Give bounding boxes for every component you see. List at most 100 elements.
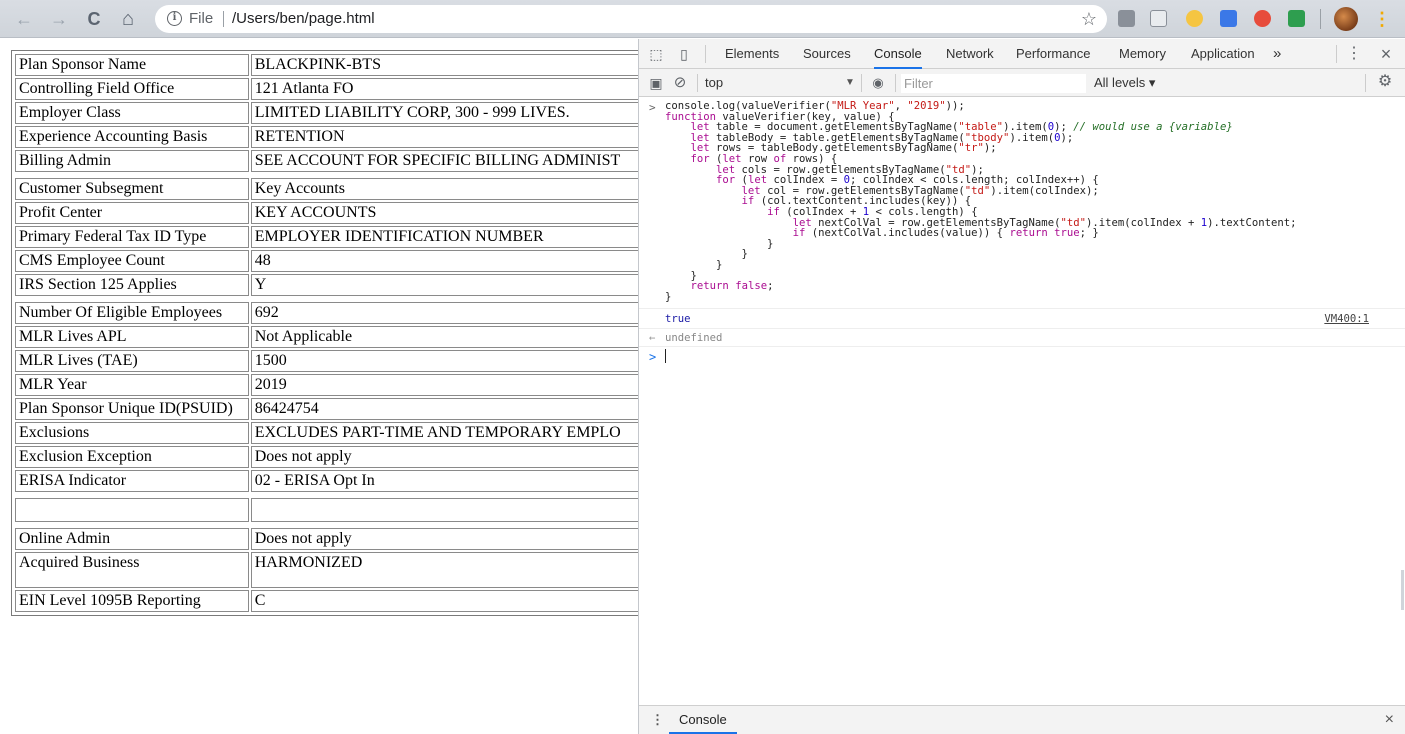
console-log-message: true VM400:1 bbox=[639, 308, 1405, 328]
console-filter-bar: ▣ ⊘ top ▼ ◉ Filter All levels ▾ ⚙ bbox=[639, 69, 1405, 97]
return-arrow-icon: ← bbox=[649, 332, 656, 344]
window-resize-edge[interactable] bbox=[1401, 570, 1404, 610]
field-value: 2019 bbox=[250, 374, 638, 396]
briefcase-extension-icon[interactable] bbox=[1288, 10, 1305, 27]
field-label: Profit Center bbox=[15, 202, 249, 224]
field-value: BLACKPINK-BTS bbox=[250, 54, 638, 76]
info-icon[interactable]: i bbox=[167, 11, 182, 26]
field-label: Acquired Business bbox=[15, 552, 249, 588]
code-line: console.log(valueVerifier("MLR Year", "2… bbox=[665, 100, 965, 112]
table-row: Exclusion Exception Does not apply bbox=[15, 446, 638, 468]
table-row: Billing Admin SEE ACCOUNT FOR SPECIFIC BI… bbox=[15, 150, 638, 172]
source-link[interactable]: VM400:1 bbox=[1324, 313, 1369, 325]
chevron-down-icon[interactable]: ▼ bbox=[845, 69, 855, 97]
console-prompt[interactable]: > bbox=[639, 346, 1405, 366]
devtools-menu-icon[interactable]: ⋮ bbox=[1345, 45, 1363, 63]
field-value: Not Applicable bbox=[250, 326, 638, 348]
extension-icon-1[interactable] bbox=[1118, 10, 1135, 27]
url-text[interactable]: /Users/ben/page.html bbox=[232, 5, 375, 33]
arrow-right-icon: → bbox=[50, 9, 68, 29]
table-row: Plan Sponsor Name BLACKPINK-BTS bbox=[15, 54, 638, 76]
hand-extension-icon[interactable] bbox=[1186, 10, 1203, 27]
tab-elements[interactable]: Elements bbox=[725, 39, 779, 69]
reload-button[interactable]: C bbox=[82, 7, 106, 31]
toolbar-divider bbox=[697, 74, 698, 92]
field-label: Primary Federal Tax ID Type bbox=[15, 226, 249, 248]
tab-sources[interactable]: Sources bbox=[803, 39, 851, 69]
field-label: ERISA Indicator bbox=[15, 470, 249, 492]
tab-memory[interactable]: Memory bbox=[1119, 39, 1166, 69]
drawer-menu-icon[interactable]: ⋮ bbox=[651, 706, 664, 734]
field-label: Exclusion Exception bbox=[15, 446, 249, 468]
table-row: Exclusions EXCLUDES PART-TIME AND TEMPORA… bbox=[15, 422, 638, 444]
field-label: Experience Accounting Basis bbox=[15, 126, 249, 148]
field-value: EXCLUDES PART-TIME AND TEMPORARY EMPLO bbox=[250, 422, 638, 444]
forward-button[interactable]: → bbox=[47, 7, 71, 31]
field-value: 02 - ERISA Opt In bbox=[250, 470, 638, 492]
tab-application[interactable]: Application bbox=[1191, 39, 1255, 69]
calendar-extension-icon[interactable] bbox=[1220, 10, 1237, 27]
record-extension-icon[interactable] bbox=[1254, 10, 1271, 27]
devtools-drawer: ⋮ Console × bbox=[639, 705, 1405, 734]
field-value: Y bbox=[250, 274, 638, 296]
device-toolbar-icon[interactable]: ▯ bbox=[675, 45, 693, 63]
table-row: MLR Lives (TAE) 1500 bbox=[15, 350, 638, 372]
field-label: MLR Lives APL bbox=[15, 326, 249, 348]
url-scheme: File bbox=[189, 10, 214, 27]
log-output: true bbox=[665, 313, 691, 325]
table-section: Customer Subsegment Key Accounts Profit Ce… bbox=[13, 176, 638, 298]
field-value: KEY ACCOUNTS bbox=[250, 202, 638, 224]
tab-performance[interactable]: Performance bbox=[1016, 39, 1090, 69]
browser-menu-button[interactable]: ⋮ bbox=[1372, 7, 1392, 31]
table-row: Profit Center KEY ACCOUNTS bbox=[15, 202, 638, 224]
gear-icon[interactable]: ⚙ bbox=[1376, 73, 1394, 91]
field-value: C bbox=[250, 590, 638, 612]
code-line: } bbox=[665, 248, 748, 261]
field-label: Number Of Eligible Employees bbox=[15, 302, 249, 324]
text-cursor bbox=[665, 349, 666, 363]
console-return-message: ← undefined bbox=[639, 328, 1405, 346]
return-value: undefined bbox=[665, 332, 723, 344]
table-row: CMS Employee Count 48 bbox=[15, 250, 638, 272]
table-row: Customer Subsegment Key Accounts bbox=[15, 178, 638, 200]
field-label: Employer Class bbox=[15, 102, 249, 124]
arrow-left-icon: ← bbox=[15, 9, 33, 29]
console-sidebar-icon[interactable]: ▣ bbox=[647, 74, 665, 92]
field-label bbox=[15, 498, 249, 522]
filter-input[interactable]: Filter bbox=[901, 74, 1086, 93]
toolbar-divider bbox=[895, 74, 896, 92]
profile-avatar[interactable] bbox=[1334, 7, 1358, 31]
table-row: IRS Section 125 Applies Y bbox=[15, 274, 638, 296]
more-tabs-button[interactable]: » bbox=[1273, 39, 1281, 69]
prompt-caret-icon: > bbox=[649, 350, 657, 364]
clear-console-icon[interactable]: ⊘ bbox=[671, 74, 689, 92]
tab-divider bbox=[705, 45, 706, 63]
close-icon[interactable]: × bbox=[1377, 45, 1395, 63]
back-button[interactable]: ← bbox=[12, 7, 36, 31]
context-selector[interactable]: top bbox=[705, 69, 723, 97]
tab-network[interactable]: Network bbox=[946, 39, 994, 69]
table-row: Plan Sponsor Unique ID(PSUID) 86424754 bbox=[15, 398, 638, 420]
field-label: Billing Admin bbox=[15, 150, 249, 172]
qr-code-extension-icon[interactable] bbox=[1150, 10, 1167, 27]
inspect-element-icon[interactable]: ⬚ bbox=[647, 45, 665, 63]
field-value: 86424754 bbox=[250, 398, 638, 420]
prompt-caret-icon: > bbox=[649, 101, 656, 114]
code-line: } bbox=[665, 237, 774, 250]
close-icon[interactable]: × bbox=[1385, 706, 1394, 734]
field-value bbox=[250, 498, 638, 522]
log-levels-dropdown[interactable]: All levels ▾ bbox=[1094, 69, 1155, 97]
drawer-tab-console[interactable]: Console bbox=[669, 706, 737, 734]
browser-toolbar: ← → C ⌂ i File /Users/ben/page.html ☆ ⋮ bbox=[0, 0, 1405, 38]
page-viewport: Plan Sponsor Name BLACKPINK-BTS Controllin… bbox=[0, 39, 638, 734]
live-expression-eye-icon[interactable]: ◉ bbox=[869, 74, 887, 92]
star-icon[interactable]: ☆ bbox=[1081, 5, 1097, 33]
table-section: Number Of Eligible Employees 692 MLR Lives… bbox=[13, 300, 638, 494]
field-value: Key Accounts bbox=[250, 178, 638, 200]
field-value: 692 bbox=[250, 302, 638, 324]
field-label: MLR Lives (TAE) bbox=[15, 350, 249, 372]
address-bar[interactable]: i File /Users/ben/page.html ☆ bbox=[155, 5, 1107, 33]
field-label: Plan Sponsor Unique ID(PSUID) bbox=[15, 398, 249, 420]
home-button[interactable]: ⌂ bbox=[116, 7, 140, 31]
tab-console[interactable]: Console bbox=[874, 39, 922, 69]
